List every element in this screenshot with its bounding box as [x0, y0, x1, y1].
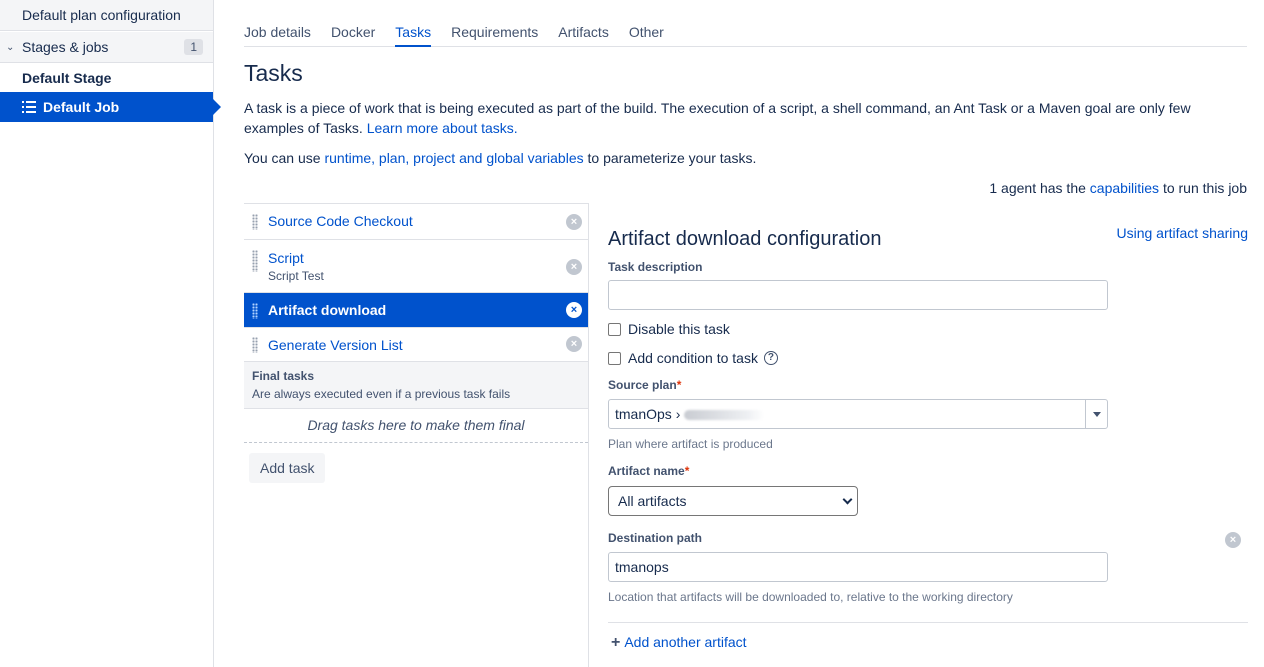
sidebar: Default plan configuration ⌄ Stages & jo… — [0, 0, 221, 667]
help-icon[interactable]: ? — [763, 351, 778, 365]
sidebar-item-label: Default Stage — [22, 70, 112, 86]
final-tasks-dropzone[interactable]: Drag tasks here to make them final — [244, 410, 588, 443]
task-item-script[interactable]: Script Script Test × — [244, 240, 588, 293]
source-plan-hint: Plan where artifact is produced — [608, 437, 773, 451]
tab-tasks[interactable]: Tasks — [395, 22, 432, 47]
task-name[interactable]: Source Code Checkout — [268, 213, 413, 229]
add-artifact-link[interactable]: + Add another artifact — [611, 634, 747, 652]
final-tasks-title: Final tasks — [252, 369, 315, 383]
variables-prefix: You can use — [244, 150, 325, 166]
divider — [608, 622, 1248, 623]
source-plan-label-text: Source plan — [608, 378, 677, 392]
remove-icon[interactable]: × — [566, 302, 582, 318]
final-tasks-subtitle: Are always executed even if a previous t… — [252, 387, 511, 401]
task-description-label: Task description — [608, 260, 703, 274]
add-condition-checkbox[interactable] — [608, 351, 621, 365]
source-plan-select[interactable]: tmanOps › — [608, 399, 1108, 429]
list-icon — [22, 101, 36, 113]
variables-text: You can use runtime, plan, project and g… — [244, 148, 756, 168]
redacted-plan-name — [684, 410, 765, 421]
agent-capabilities-text: 1 agent has the capabilities to run this… — [989, 178, 1247, 198]
task-description-input[interactable] — [608, 280, 1108, 310]
add-condition-checkbox-row[interactable]: Add condition to task ? — [608, 350, 778, 366]
drag-handle-icon[interactable] — [252, 303, 258, 319]
add-task-button[interactable]: Add task — [249, 453, 326, 483]
sidebar-item-default-job[interactable]: Default Job — [0, 92, 221, 122]
add-condition-label: Add condition to task — [628, 350, 758, 366]
task-item-artifact-download[interactable]: Artifact download × — [244, 293, 588, 328]
destination-path-hint: Location that artifacts will be download… — [608, 590, 1013, 604]
artifact-sharing-link[interactable]: Using artifact sharing — [1116, 225, 1248, 241]
disable-task-checkbox[interactable] — [608, 322, 621, 336]
chevron-down-icon[interactable]: ⌄ — [6, 42, 22, 53]
source-plan-value: tmanOps › — [615, 406, 681, 422]
drag-handle-icon[interactable] — [252, 214, 258, 230]
tab-artifacts[interactable]: Artifacts — [558, 22, 609, 47]
sidebar-item-label: Default plan configuration — [22, 7, 181, 23]
task-subtitle: Script Test — [268, 269, 324, 283]
chevron-down-icon[interactable] — [1085, 400, 1107, 428]
disable-task-label: Disable this task — [628, 321, 730, 337]
page-title: Tasks — [244, 60, 303, 86]
task-name[interactable]: Artifact download — [268, 302, 386, 318]
learn-more-link[interactable]: Learn more about tasks. — [367, 120, 518, 136]
artifact-name-value: All artifacts — [618, 493, 687, 509]
remove-icon[interactable]: × — [566, 336, 582, 352]
agents-prefix: 1 agent has the — [989, 180, 1090, 196]
add-artifact-label: Add another artifact — [624, 634, 747, 650]
tab-bar: Job details Docker Tasks Requirements Ar… — [244, 22, 1247, 47]
task-item-generate-version-list[interactable]: Generate Version List × — [244, 328, 588, 362]
drag-handle-icon[interactable] — [252, 250, 258, 272]
sidebar-item-stages-jobs[interactable]: ⌄ Stages & jobs 1 — [0, 32, 213, 63]
artifact-name-label-text: Artifact name — [608, 464, 685, 478]
task-item-source-checkout[interactable]: Source Code Checkout × — [244, 204, 588, 240]
source-plan-label: Source plan* — [608, 378, 681, 392]
task-name[interactable]: Script — [268, 250, 304, 266]
variables-link[interactable]: runtime, plan, project and global variab… — [324, 150, 583, 166]
remove-icon[interactable]: × — [566, 214, 582, 230]
sidebar-item-label: Default Job — [43, 99, 120, 115]
required-mark: * — [684, 464, 690, 478]
final-tasks-header: Final tasks Are always executed even if … — [244, 362, 588, 409]
config-title: Artifact download configuration — [608, 228, 882, 250]
destination-path-input[interactable]: tmanops — [608, 552, 1108, 582]
sidebar-item-default-stage[interactable]: Default Stage — [0, 64, 213, 92]
plus-icon: + — [611, 634, 621, 651]
tab-requirements[interactable]: Requirements — [451, 22, 538, 47]
variables-suffix: to parameterize your tasks. — [583, 150, 757, 166]
stages-count-badge: 1 — [184, 39, 203, 55]
tab-docker[interactable]: Docker — [331, 22, 375, 47]
disable-task-checkbox-row[interactable]: Disable this task — [608, 321, 730, 337]
tab-job-details[interactable]: Job details — [244, 22, 311, 47]
destination-path-label: Destination path — [608, 531, 703, 545]
drag-handle-icon[interactable] — [252, 337, 258, 353]
artifact-name-select[interactable]: All artifacts — [608, 486, 858, 516]
tab-other[interactable]: Other — [629, 22, 664, 47]
artifact-name-label: Artifact name* — [608, 464, 689, 478]
agents-suffix: to run this job — [1159, 180, 1247, 196]
capabilities-link[interactable]: capabilities — [1090, 180, 1159, 196]
chevron-down-icon — [842, 494, 853, 505]
remove-icon[interactable]: × — [566, 259, 582, 275]
remove-artifact-icon[interactable]: × — [1225, 532, 1241, 548]
intro-text: A task is a piece of work that is being … — [244, 98, 1244, 138]
task-list: Source Code Checkout × Script Script Tes… — [244, 203, 589, 667]
task-name[interactable]: Generate Version List — [268, 337, 403, 353]
sidebar-item-plan-config[interactable]: Default plan configuration — [0, 0, 213, 31]
sidebar-item-label: Stages & jobs — [22, 39, 109, 55]
required-mark: * — [676, 378, 682, 392]
